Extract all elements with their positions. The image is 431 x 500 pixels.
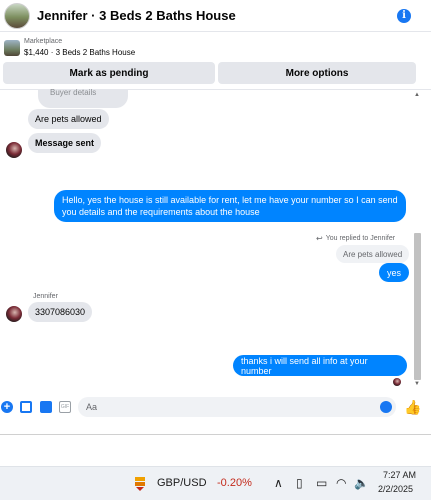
- gif-icon[interactable]: GIF: [59, 401, 71, 413]
- reply-arrow-icon: ↩: [316, 234, 323, 243]
- mark-as-pending-button[interactable]: Mark as pending: [3, 62, 215, 84]
- listing-avatar[interactable]: [4, 2, 30, 29]
- outgoing-message: Hello, yes the house is still available …: [54, 190, 406, 222]
- stock-widget-icon[interactable]: [133, 475, 147, 491]
- chevron-up-icon[interactable]: ∧: [274, 476, 283, 490]
- incoming-message: Message sent: [28, 133, 102, 153]
- incoming-message: Are pets allowed: [28, 109, 109, 129]
- ticker-change[interactable]: -0.20%: [217, 477, 252, 489]
- partial-message-text: Buyer details: [50, 88, 97, 97]
- outgoing-message: thanks i will send all info at your numb…: [233, 355, 407, 376]
- scroll-down-arrow-icon[interactable]: ▼: [414, 381, 420, 387]
- phone-link-icon[interactable]: ▯: [296, 476, 303, 490]
- wifi-icon[interactable]: ◠: [336, 476, 346, 490]
- sticker-icon[interactable]: [40, 401, 52, 413]
- conversation-title[interactable]: Jennifer · 3 Beds 2 Baths House: [37, 8, 397, 23]
- taskbar: GBP/USD -0.20% ∧ ▯ ▭ ◠ 🔈 7:27 AM 2/2/202…: [0, 466, 431, 500]
- plus-icon[interactable]: +: [1, 401, 13, 413]
- sender-avatar[interactable]: [6, 142, 22, 158]
- message-input[interactable]: Aa: [78, 397, 396, 417]
- ticker-symbol[interactable]: GBP/USD: [157, 477, 207, 489]
- scrollbar-thumb[interactable]: [414, 233, 421, 380]
- outgoing-message: yes: [379, 263, 410, 282]
- more-options-button[interactable]: More options: [218, 62, 416, 84]
- marketplace-listing-bar: Marketplace $1,440 · 3 Beds 2 Baths Hous…: [0, 32, 431, 90]
- sender-name: Jennifer: [33, 293, 58, 300]
- listing-thumbnail[interactable]: [4, 40, 20, 56]
- message-composer: + GIF Aa 👍: [0, 396, 431, 418]
- battery-icon[interactable]: ▭: [316, 476, 327, 490]
- incoming-message: 3307086030: [28, 302, 93, 322]
- reply-indicator: ↩ You replied to Jennifer: [316, 234, 395, 243]
- photo-icon[interactable]: [20, 401, 32, 413]
- quoted-message: Are pets allowed: [336, 245, 410, 263]
- scroll-up-arrow-icon[interactable]: ▲: [414, 92, 420, 98]
- thumbs-up-icon[interactable]: 👍: [404, 399, 421, 416]
- info-icon[interactable]: i: [397, 8, 411, 23]
- window-divider: [0, 434, 431, 435]
- seen-avatar: [393, 378, 401, 386]
- reply-indicator-text: You replied to Jennifer: [325, 235, 396, 242]
- emoji-icon[interactable]: [380, 401, 392, 413]
- outgoing-message-text: Hello, yes the house is still available …: [62, 195, 398, 217]
- listing-price-title[interactable]: $1,440 · 3 Beds 2 Baths House: [24, 48, 135, 57]
- clock-date[interactable]: 2/2/2025: [378, 484, 413, 494]
- messenger-window: Jennifer · 3 Beds 2 Baths House i Market…: [0, 0, 431, 500]
- volume-icon[interactable]: 🔈: [354, 476, 369, 490]
- listing-source: Marketplace: [24, 38, 63, 45]
- sender-avatar[interactable]: [6, 306, 22, 322]
- conversation-header: Jennifer · 3 Beds 2 Baths House i: [0, 0, 431, 32]
- clock-time[interactable]: 7:27 AM: [383, 470, 416, 480]
